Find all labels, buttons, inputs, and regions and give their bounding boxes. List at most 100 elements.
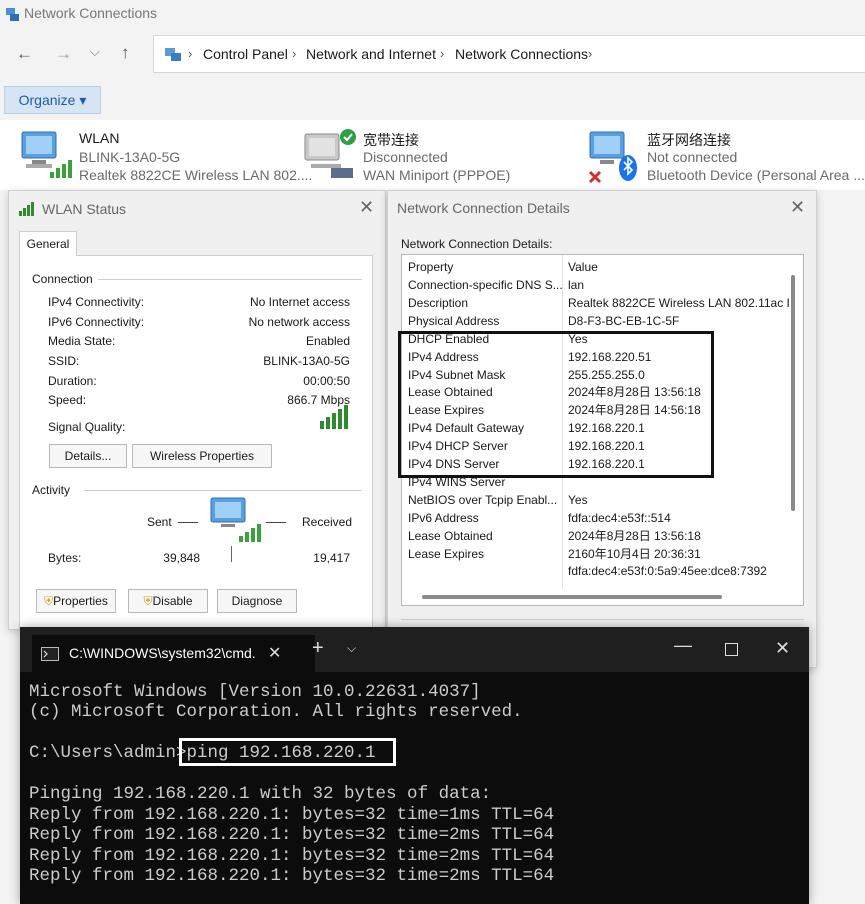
disable-button[interactable]: ⛨Disable (128, 589, 208, 613)
connection-status-wlan: BLINK-13A0-5G (79, 149, 181, 165)
chevron-right-icon: › (440, 46, 445, 61)
details-row-value[interactable]: fdfa:dec4:e53f::514 (568, 509, 671, 527)
properties-button[interactable]: ⛨Properties (36, 589, 116, 613)
details-row-value[interactable]: 2024年8月28日 13:56:18 (568, 527, 701, 545)
details-row-property[interactable]: Lease Expires (408, 545, 484, 563)
connections-list: WLAN BLINK-13A0-5G Realtek 8822CE Wirele… (0, 120, 865, 190)
cmd-reply-line: Reply from 192.168.220.1: bytes=32 time=… (29, 825, 555, 845)
cmd-line-2: (c) Microsoft Corporation. All rights re… (29, 702, 523, 722)
ipv4-connectivity-value: No Internet access (249, 295, 350, 309)
cmd-line-6: Pinging 192.168.220.1 with 32 bytes of d… (29, 784, 492, 804)
wlan-status-dialog: WLAN Status ✕ General Connection IPv4 Co… (8, 190, 386, 631)
window-title: Network Connections (24, 5, 158, 21)
maximize-icon[interactable] (725, 643, 738, 656)
details-row-property[interactable]: Lease Obtained (408, 527, 493, 545)
network-connections-icon (6, 8, 19, 21)
connection-name-wlan[interactable]: WLAN (79, 130, 119, 146)
ipv4-connectivity-label: IPv4 Connectivity: (48, 295, 145, 309)
cmd-reply-line: Reply from 192.168.220.1: bytes=32 time=… (29, 846, 555, 866)
bluetooth-adapter-icon[interactable] (586, 128, 642, 184)
organize-button[interactable]: Organize ▾ (4, 86, 101, 114)
ssid-label: SSID: (48, 354, 80, 368)
cmd-tab[interactable]: C:\WINDOWS\system32\cmd. ✕ (32, 635, 315, 672)
cmd-window: C:\WINDOWS\system32\cmd. ✕ + ⌵ — ✕ Micro… (20, 627, 809, 904)
details-row-property[interactable]: NetBIOS over Tcpip Enabl... (408, 491, 557, 509)
close-tab-icon[interactable]: ✕ (268, 643, 281, 663)
forward-button[interactable]: → (55, 44, 72, 64)
network-connection-details-dialog: Network Connection Details ✕ Network Con… (387, 190, 817, 668)
tab-general[interactable]: General (19, 231, 77, 256)
details-button[interactable]: Details... (49, 444, 127, 468)
command-bar (0, 82, 865, 120)
column-header-property[interactable]: Property (408, 258, 453, 276)
details-row-property[interactable]: Physical Address (408, 312, 499, 330)
address-bar[interactable]: › Control Panel › Network and Internet ›… (153, 35, 865, 73)
bytes-sent-value: 39,848 (163, 551, 200, 565)
connection-name-bluetooth[interactable]: 蓝牙网络连接 (647, 130, 731, 150)
sent-label: Sent (147, 515, 172, 529)
breadcrumb-network-and-internet[interactable]: Network and Internet (306, 46, 436, 62)
shield-icon: ⛨ (44, 594, 54, 608)
column-header-value[interactable]: Value (568, 258, 598, 276)
connection-name-broadband[interactable]: 宽带连接 (363, 130, 419, 150)
horizontal-scrollbar[interactable] (422, 595, 722, 599)
media-state-label: Media State: (48, 334, 116, 348)
details-row-property[interactable]: Connection-specific DNS S... (408, 276, 563, 294)
media-state-value: Enabled (305, 334, 350, 348)
details-row-value[interactable]: Yes (568, 491, 588, 509)
properties-label: Properties (53, 594, 108, 608)
details-row-property[interactable]: Description (408, 294, 468, 312)
connection-group-label: Connection (32, 272, 97, 286)
breadcrumb-control-panel[interactable]: Control Panel (203, 46, 288, 62)
received-label: Received (302, 515, 353, 529)
back-button[interactable]: ← (16, 44, 33, 64)
cmd-reply-line: Reply from 192.168.220.1: bytes=32 time=… (29, 866, 555, 886)
close-icon[interactable]: ✕ (790, 197, 805, 218)
activity-group-label: Activity (32, 483, 75, 497)
connection-device-wlan: Realtek 8822CE Wireless LAN 802.... (79, 167, 313, 183)
diagnose-button[interactable]: Diagnose (217, 589, 297, 613)
control-panel-icon (165, 48, 181, 61)
minimize-icon[interactable]: — (674, 635, 692, 656)
details-row-value[interactable]: lan (568, 276, 584, 294)
connection-device-broadband: WAN Miniport (PPPOE) (363, 167, 511, 183)
cmd-tab-title: C:\WINDOWS\system32\cmd. (69, 645, 256, 661)
details-dialog-title: Network Connection Details (397, 200, 570, 216)
cmd-reply-line: Reply from 192.168.220.1: bytes=32 time=… (29, 805, 555, 825)
broadband-adapter-icon[interactable] (303, 128, 359, 180)
details-row-value[interactable]: D8-F3-BC-EB-1C-5F (568, 312, 679, 330)
signal-icon (19, 202, 34, 216)
recent-locations-chevron-icon[interactable]: ⌵ (90, 44, 100, 60)
chevron-right-icon[interactable]: › (588, 46, 592, 61)
highlight-box (179, 738, 396, 766)
duration-label: Duration: (48, 374, 97, 388)
bytes-label: Bytes: (48, 551, 82, 565)
breadcrumb-network-connections[interactable]: Network Connections (455, 46, 588, 62)
wlan-status-title: WLAN Status (42, 201, 127, 217)
explorer-title-bar: Network Connections (0, 0, 865, 28)
details-row-value[interactable]: 2160年10月4日 20:36:31 (568, 545, 701, 563)
cmd-tab-bar: C:\WINDOWS\system32\cmd. ✕ + ⌵ — ✕ (20, 627, 809, 672)
vertical-scrollbar[interactable] (791, 275, 795, 511)
wlan-adapter-icon[interactable] (20, 130, 72, 180)
connection-device-bluetooth: Bluetooth Device (Personal Area ... (647, 167, 865, 183)
network-activity-icon (210, 497, 261, 542)
wireless-properties-button[interactable]: Wireless Properties (132, 444, 272, 468)
chevron-right-icon: › (188, 46, 193, 61)
details-row-value[interactable]: Realtek 8822CE Wireless LAN 802.11ac I (568, 294, 790, 312)
signal-quality-bars-icon (320, 405, 348, 429)
details-subtitle: Network Connection Details: (401, 237, 553, 251)
close-icon[interactable]: ✕ (775, 638, 790, 659)
details-row-property[interactable]: IPv6 Address (408, 509, 479, 527)
general-tab-panel: Connection IPv4 Connectivity: No Interne… (19, 255, 373, 631)
chevron-down-icon[interactable]: ⌵ (347, 641, 356, 656)
highlight-box (398, 331, 714, 478)
ssid-value: BLINK-13A0-5G (263, 354, 350, 368)
connection-status-broadband: Disconnected (363, 149, 448, 165)
new-tab-icon[interactable]: + (312, 637, 324, 660)
ipv6-connectivity-value: No network access (248, 315, 350, 329)
details-row-value[interactable]: fdfa:dec4:e53f:0:5a9:45ee:dce8:7392 (568, 562, 767, 580)
close-icon[interactable]: ✕ (359, 197, 374, 218)
ipv6-connectivity-label: IPv6 Connectivity: (48, 315, 145, 329)
up-button[interactable]: ↑ (121, 43, 130, 63)
